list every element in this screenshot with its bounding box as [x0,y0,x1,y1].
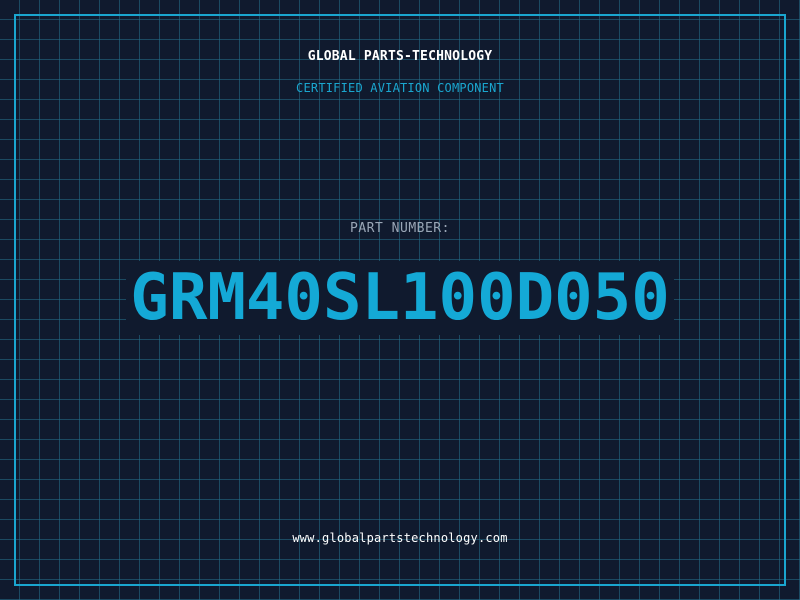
part-number-value: GRM40SL100D050 [0,258,800,338]
website-url: www.globalpartstechnology.com [292,531,508,545]
certification-tagline: CERTIFIED AVIATION COMPONENT [296,81,504,95]
company-name: GLOBAL PARTS-TECHNOLOGY [307,49,493,64]
part-number-label: PART NUMBER: [350,221,450,236]
part-number-text: GRM40SL100D050 [126,261,674,335]
